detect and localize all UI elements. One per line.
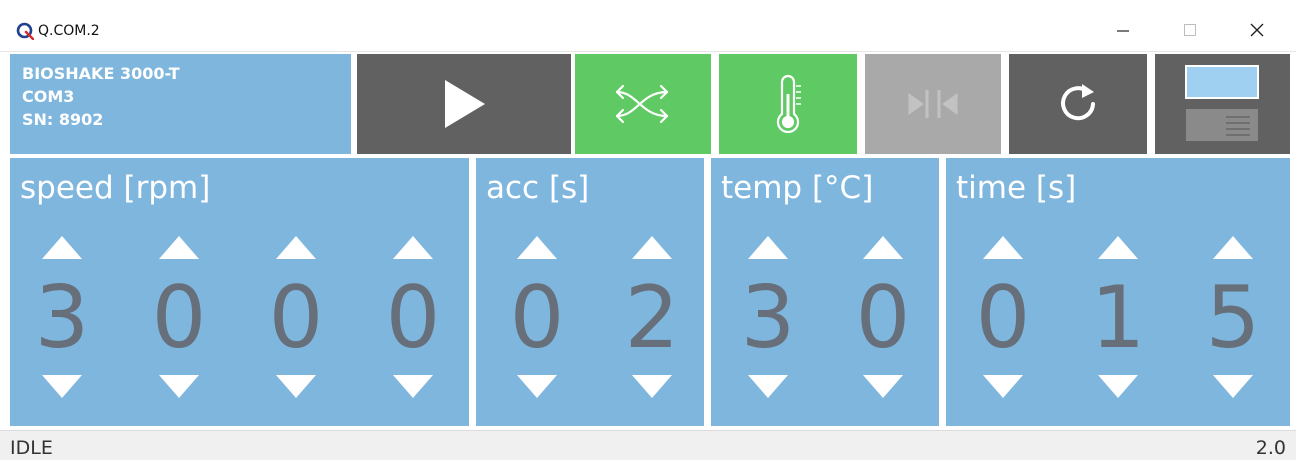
temp-digit-2-value: 0 — [855, 268, 911, 368]
acc-digit-1-up-icon[interactable] — [517, 236, 557, 259]
time-digit-3-up-icon[interactable] — [1213, 236, 1253, 259]
version-text: 2.0 — [1255, 437, 1286, 459]
temp-digit-1: 3 — [738, 158, 798, 426]
speed-digit-1-up-icon[interactable] — [42, 236, 82, 259]
window-title: Q.COM.2 — [38, 23, 100, 39]
acc-digit-2-down-icon[interactable] — [632, 375, 672, 398]
time-digit-2-down-icon[interactable] — [1098, 375, 1138, 398]
acc-digit-1: 0 — [507, 158, 567, 426]
q-logo-icon — [16, 22, 34, 40]
acc-panel: acc [s] 0 2 — [476, 158, 704, 426]
speed-digit-2-up-icon[interactable] — [159, 236, 199, 259]
reset-button[interactable] — [1005, 54, 1147, 154]
acc-digit-1-value: 0 — [509, 268, 565, 368]
close-button[interactable] — [1234, 12, 1280, 48]
acc-digit-1-down-icon[interactable] — [517, 375, 557, 398]
time-digit-3: 5 — [1203, 158, 1263, 426]
temp-digit-2: 0 — [853, 158, 913, 426]
device-port: COM3 — [22, 87, 75, 106]
speed-digit-2-value: 0 — [151, 268, 207, 368]
title-bar: Q.COM.2 — [0, 0, 1296, 52]
time-digit-1: 0 — [973, 158, 1033, 426]
status-bar: IDLE 2.0 — [0, 430, 1296, 460]
speed-digit-1-down-icon[interactable] — [42, 375, 82, 398]
speed-digit-3-value: 0 — [268, 268, 324, 368]
time-digit-1-up-icon[interactable] — [983, 236, 1023, 259]
view-toggle-icon — [1184, 65, 1259, 141]
time-digit-2: 1 — [1088, 158, 1148, 426]
speed-digit-4-up-icon[interactable] — [393, 236, 433, 259]
play-button[interactable] — [357, 54, 571, 154]
view-toggle-button[interactable] — [1151, 54, 1290, 154]
speed-digit-4: 0 — [383, 158, 443, 426]
lock-positions-button[interactable] — [861, 54, 1001, 154]
time-digit-1-value: 0 — [975, 268, 1031, 368]
shuffle-button[interactable] — [571, 54, 711, 154]
acc-digit-2: 2 — [622, 158, 682, 426]
reset-icon — [1061, 84, 1095, 121]
time-digit-3-down-icon[interactable] — [1213, 375, 1253, 398]
temp-digit-2-down-icon[interactable] — [863, 375, 903, 398]
acc-digit-2-value: 2 — [624, 268, 680, 368]
status-text: IDLE — [10, 437, 53, 459]
toolbar: BIOSHAKE 3000-T COM3 SN: 8902 — [10, 54, 1290, 154]
speed-digit-2: 0 — [149, 158, 209, 426]
parameter-panels: speed [rpm] 3 0 0 0 acc [s] 0 2 temp [°C… — [10, 158, 1290, 426]
maximize-button[interactable] — [1167, 12, 1213, 48]
temp-panel: temp [°C] 3 0 — [711, 158, 939, 426]
device-model: BIOSHAKE 3000-T — [22, 64, 180, 83]
thermometer-icon — [776, 74, 801, 134]
time-digit-2-up-icon[interactable] — [1098, 236, 1138, 259]
speed-panel: speed [rpm] 3 0 0 0 — [10, 158, 469, 426]
speed-digit-3-down-icon[interactable] — [276, 375, 316, 398]
temp-digit-1-value: 3 — [740, 268, 796, 368]
speed-digit-1-value: 3 — [34, 268, 90, 368]
time-digit-3-value: 5 — [1205, 268, 1261, 368]
temp-digit-2-up-icon[interactable] — [863, 236, 903, 259]
device-serial: SN: 8902 — [22, 110, 104, 129]
time-digit-1-down-icon[interactable] — [983, 375, 1023, 398]
time-digit-2-value: 1 — [1090, 268, 1146, 368]
acc-digit-2-up-icon[interactable] — [632, 236, 672, 259]
device-info: BIOSHAKE 3000-T COM3 SN: 8902 — [10, 54, 351, 154]
speed-digit-4-down-icon[interactable] — [393, 375, 433, 398]
speed-digit-4-value: 0 — [385, 268, 441, 368]
shuffle-icon — [615, 84, 669, 124]
lock-positions-icon — [908, 90, 958, 118]
minimize-icon — [1117, 30, 1129, 32]
speed-digit-2-down-icon[interactable] — [159, 375, 199, 398]
time-panel: time [s] 0 1 5 — [946, 158, 1290, 426]
speed-digit-1: 3 — [32, 158, 92, 426]
close-icon — [1250, 23, 1264, 37]
temp-digit-1-up-icon[interactable] — [748, 236, 788, 259]
temp-digit-1-down-icon[interactable] — [748, 375, 788, 398]
maximize-icon — [1184, 24, 1196, 36]
speed-digit-3-up-icon[interactable] — [276, 236, 316, 259]
minimize-button[interactable] — [1100, 12, 1146, 48]
speed-digit-3: 0 — [266, 158, 326, 426]
temperature-button[interactable] — [715, 54, 857, 154]
play-icon — [445, 80, 485, 128]
